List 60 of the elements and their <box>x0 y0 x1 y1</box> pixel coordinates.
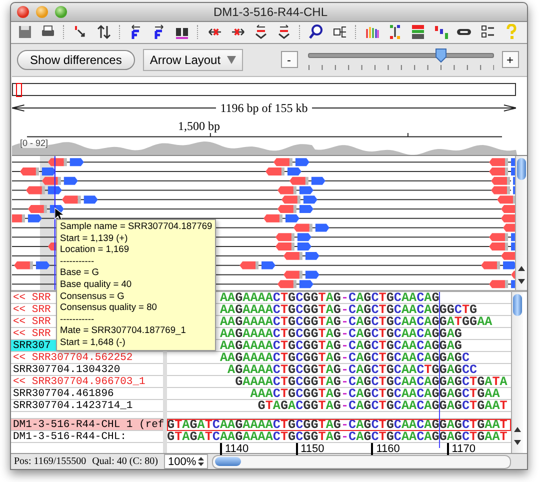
tooltip-line: Base = G <box>60 267 100 279</box>
down-chevrons-icon[interactable] <box>252 24 269 40</box>
tooltip-line: Sample name = SRR307704.187769 <box>60 221 212 233</box>
save-icon[interactable] <box>17 24 33 40</box>
tooltip-line: Consensus = G <box>60 290 126 302</box>
hierarchy-icon[interactable] <box>332 24 348 40</box>
tooltip-line: Location = 1,169 <box>60 244 130 256</box>
read-sequence: AGAAAACTGCGGTAG-CAGCTGCAACTGGAGCC <box>167 364 511 376</box>
scroll-down-icon[interactable] <box>513 438 522 447</box>
ruler-label: 1,500 bp <box>178 119 220 134</box>
scroll-up-icon[interactable] <box>513 425 522 434</box>
tooltip-line: Start = 1,139 (+) <box>60 232 129 244</box>
scroll-thumb[interactable] <box>513 294 522 316</box>
read-name[interactable]: << SRR307704.966703_1 <box>11 376 163 388</box>
zoom-in-button[interactable]: + <box>502 51 519 68</box>
view-marker[interactable] <box>16 83 22 97</box>
read-sequence: GTAGACGGTAG-CAGCTGCAACAGGAGCTGAAT <box>167 400 511 412</box>
close-button[interactable] <box>17 6 29 18</box>
read-name[interactable]: SRR307704.1423714_1 <box>11 400 163 412</box>
scroll-down-icon[interactable] <box>517 277 526 286</box>
scroll-up-icon[interactable] <box>517 264 526 273</box>
range-label: 1196 bp of 155 kb <box>219 100 309 116</box>
vertical-scrollbar[interactable] <box>511 292 523 453</box>
layout-dropdown[interactable]: Arrow Layout <box>142 48 243 71</box>
window-title: DM1-3-516-R44-CHL <box>212 4 329 19</box>
scroll-thumb[interactable] <box>215 456 242 466</box>
tooltip-line: ----------- <box>60 314 96 326</box>
steps-icon[interactable] <box>433 24 450 40</box>
zoom-select[interactable]: 100% <box>164 454 208 469</box>
read-sequence: GAAAACTGCGGTAG-CAGCTGCAACAGGAGCTGATA <box>167 376 511 388</box>
tooltip-line: ----------- <box>60 256 96 268</box>
tooltip-line: Start = 1,648 (-) <box>60 336 126 349</box>
stacked-grid-icon[interactable] <box>410 24 426 40</box>
read-name[interactable]: DM1-3-516-R44-CHL 1 (ref <box>11 419 163 431</box>
read-name[interactable]: << SRR307704.562252 <box>11 352 163 364</box>
read-sequence: AAGAAAACTGCGGTAG-CAGCTGCAACAGGAGC <box>167 352 511 364</box>
read-sequence: AAACTGCGGTAG-CAGCTGCAACAGGAGCTGAA <box>167 388 511 400</box>
chromatogram-icon[interactable] <box>364 24 380 40</box>
quality-readout: Qual: 40 (C: 80) <box>92 456 158 467</box>
tooltip-line: Base quality = 40 <box>60 278 133 291</box>
stepper-icon <box>198 457 204 466</box>
coverage-range: [0 - 92] <box>20 138 48 148</box>
slider-thumb[interactable] <box>435 48 448 63</box>
checklist-icon[interactable] <box>480 24 496 40</box>
show-differences-button[interactable]: Show differences <box>17 50 135 70</box>
scroll-thumb[interactable] <box>517 158 526 180</box>
horizontal-scrollbar[interactable] <box>212 454 511 468</box>
zoom-slider[interactable] <box>308 48 494 72</box>
search-icon[interactable] <box>308 24 324 40</box>
read-name[interactable]: DM1-3-516-R44-CHL: <box>11 431 163 443</box>
vertical-scrollbar[interactable] <box>515 156 527 290</box>
read-name[interactable]: SRR307704.461896 <box>11 388 163 400</box>
caret-icon <box>226 56 236 64</box>
read-name[interactable]: SRR307704.1304320 <box>11 364 163 376</box>
consensus-sequence: GTAGATCAAGAAAACTGCGGTAG-CAGCTGCAACAGGAGCTGAAT <box>167 431 511 443</box>
sort-arrows-icon[interactable] <box>96 24 112 40</box>
zoom-out-button[interactable]: - <box>280 51 298 68</box>
tooltip-line: Consensus quality = 80 <box>60 302 158 314</box>
overview-bar[interactable] <box>12 83 516 96</box>
position-readout: Pos: 1169/155500 <box>14 456 86 467</box>
